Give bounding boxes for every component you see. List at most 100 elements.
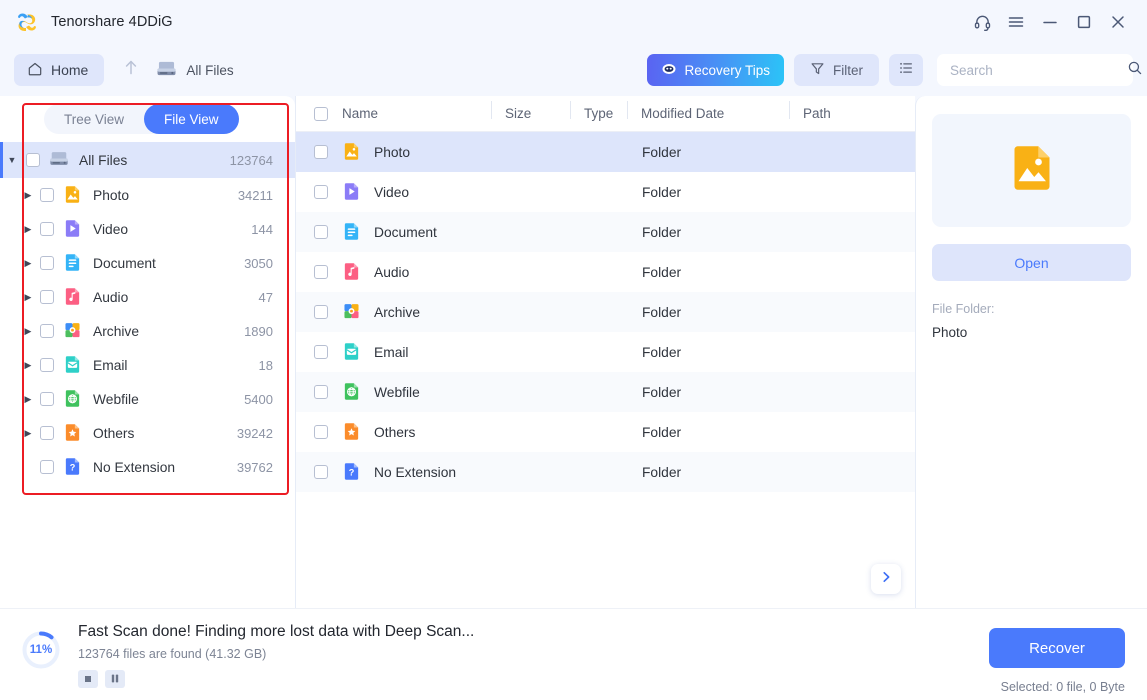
search-input[interactable]	[950, 63, 1127, 78]
selected-summary: Selected: 0 file, 0 Byte	[989, 680, 1125, 694]
sidebar-label: No Extension	[93, 460, 237, 475]
headset-icon[interactable]	[965, 7, 999, 37]
filter-button[interactable]: Filter	[794, 54, 879, 86]
stop-scan-button[interactable]	[78, 670, 98, 688]
sidebar-item-others[interactable]: ▶ Others 39242	[0, 416, 295, 450]
column-header-name[interactable]: Name	[342, 106, 505, 121]
table-row[interactable]: Document Folder	[296, 212, 915, 252]
archive-icon	[63, 321, 83, 341]
table-row[interactable]: Email Folder	[296, 332, 915, 372]
column-header-type[interactable]: Type	[584, 106, 641, 121]
caret-right-icon[interactable]: ▶	[16, 190, 40, 201]
sidebar-checkbox-email[interactable]	[40, 358, 54, 372]
title-bar: Tenorshare 4DDiG	[0, 0, 1147, 44]
column-header-path[interactable]: Path	[803, 106, 915, 121]
list-view-toggle-button[interactable]	[889, 54, 923, 86]
sidebar-item-all-files[interactable]: ▼ All Files 123764	[0, 142, 295, 178]
row-checkbox[interactable]	[314, 345, 328, 359]
sidebar-count: 1890	[244, 324, 295, 339]
search-icon[interactable]	[1127, 60, 1143, 81]
sidebar-count: 18	[259, 358, 295, 373]
row-checkbox[interactable]	[314, 425, 328, 439]
sidebar-count: 47	[259, 290, 295, 305]
document-icon	[63, 253, 83, 273]
sidebar-item-no-extension[interactable]: ? No Extension 39762	[0, 450, 295, 484]
sidebar-checkbox-all-files[interactable]	[26, 153, 40, 167]
email-icon	[342, 342, 362, 362]
sidebar-checkbox-audio[interactable]	[40, 290, 54, 304]
sidebar-count-all-files: 123764	[230, 153, 295, 168]
file-list-panel: Name Size Type Modified Date Path	[295, 96, 915, 608]
next-page-button[interactable]	[871, 564, 901, 594]
sidebar-count: 3050	[244, 256, 295, 271]
sidebar-checkbox-webfile[interactable]	[40, 392, 54, 406]
table-row[interactable]: Photo Folder	[296, 132, 915, 172]
caret-right-icon[interactable]: ▶	[16, 428, 40, 439]
open-button[interactable]: Open	[932, 244, 1131, 281]
tab-tree-view[interactable]: Tree View	[44, 104, 144, 134]
sidebar-checkbox-video[interactable]	[40, 222, 54, 236]
sidebar-checkbox-no-extension[interactable]	[40, 460, 54, 474]
row-checkbox[interactable]	[314, 305, 328, 319]
sidebar-checkbox-others[interactable]	[40, 426, 54, 440]
column-header-modified-date[interactable]: Modified Date	[641, 106, 803, 121]
caret-right-icon[interactable]: ▶	[16, 258, 40, 269]
search-box[interactable]	[937, 54, 1133, 86]
minimize-icon[interactable]	[1033, 7, 1067, 37]
pause-scan-button[interactable]	[105, 670, 125, 688]
table-row[interactable]: Webfile Folder	[296, 372, 915, 412]
caret-right-icon[interactable]: ▶	[16, 292, 40, 303]
breadcrumb[interactable]: All Files	[156, 60, 233, 80]
view-toggle-row: Tree View File View	[0, 96, 295, 142]
sidebar-count: 34211	[238, 188, 295, 203]
sidebar-checkbox-document[interactable]	[40, 256, 54, 270]
close-icon[interactable]	[1101, 7, 1135, 37]
recovery-tips-button[interactable]: Recovery Tips	[647, 54, 784, 86]
sidebar-checkbox-photo[interactable]	[40, 188, 54, 202]
sidebar-checkbox-archive[interactable]	[40, 324, 54, 338]
caret-right-icon[interactable]: ▶	[16, 326, 40, 337]
sidebar-item-photo[interactable]: ▶ Photo 34211	[0, 178, 295, 212]
table-row[interactable]: Archive Folder	[296, 292, 915, 332]
sidebar-item-video[interactable]: ▶ Video 144	[0, 212, 295, 246]
sidebar-item-webfile[interactable]: ▶	[0, 382, 295, 416]
row-checkbox[interactable]	[314, 385, 328, 399]
row-checkbox[interactable]	[314, 145, 328, 159]
caret-right-icon[interactable]: ▶	[16, 224, 40, 235]
caret-right-icon[interactable]: ▶	[16, 360, 40, 371]
row-name: Email	[374, 345, 563, 360]
row-name: Video	[374, 185, 563, 200]
home-button[interactable]: Home	[14, 54, 104, 86]
sidebar-item-audio[interactable]: ▶ Audio 47	[0, 280, 295, 314]
scan-text-block: Fast Scan done! Finding more lost data w…	[78, 623, 474, 688]
row-checkbox[interactable]	[314, 225, 328, 239]
sidebar-item-email[interactable]: ▶ Email 18	[0, 348, 295, 382]
table-row[interactable]: ? No Extension Folder	[296, 452, 915, 492]
select-all-checkbox[interactable]	[314, 107, 328, 121]
go-up-button[interactable]	[114, 54, 148, 86]
sidebar-item-archive[interactable]: ▶ Archive 1890	[0, 314, 295, 348]
sidebar-item-document[interactable]: ▶ Document 3050	[0, 246, 295, 280]
scan-status-title: Fast Scan done! Finding more lost data w…	[78, 623, 474, 641]
row-checkbox[interactable]	[314, 185, 328, 199]
row-checkbox[interactable]	[314, 465, 328, 479]
row-checkbox[interactable]	[314, 265, 328, 279]
maximize-icon[interactable]	[1067, 7, 1101, 37]
menu-icon[interactable]	[999, 7, 1033, 37]
row-type: Folder	[642, 145, 699, 160]
column-header-size[interactable]: Size	[505, 106, 584, 121]
recover-button[interactable]: Recover	[989, 628, 1125, 668]
row-name: Webfile	[374, 385, 563, 400]
table-row[interactable]: Others Folder	[296, 412, 915, 452]
sidebar-count: 5400	[244, 392, 295, 407]
row-name: No Extension	[374, 465, 563, 480]
webfile-icon	[342, 382, 362, 402]
table-row[interactable]: Audio Folder	[296, 252, 915, 292]
drive-icon	[156, 60, 177, 80]
table-row[interactable]: Video Folder	[296, 172, 915, 212]
caret-right-icon[interactable]: ▶	[16, 394, 40, 405]
sidebar: Tree View File View ▼	[0, 96, 295, 608]
sidebar-label: Video	[93, 222, 251, 237]
caret-down-icon[interactable]: ▼	[0, 155, 24, 165]
tab-file-view[interactable]: File View	[144, 104, 239, 134]
